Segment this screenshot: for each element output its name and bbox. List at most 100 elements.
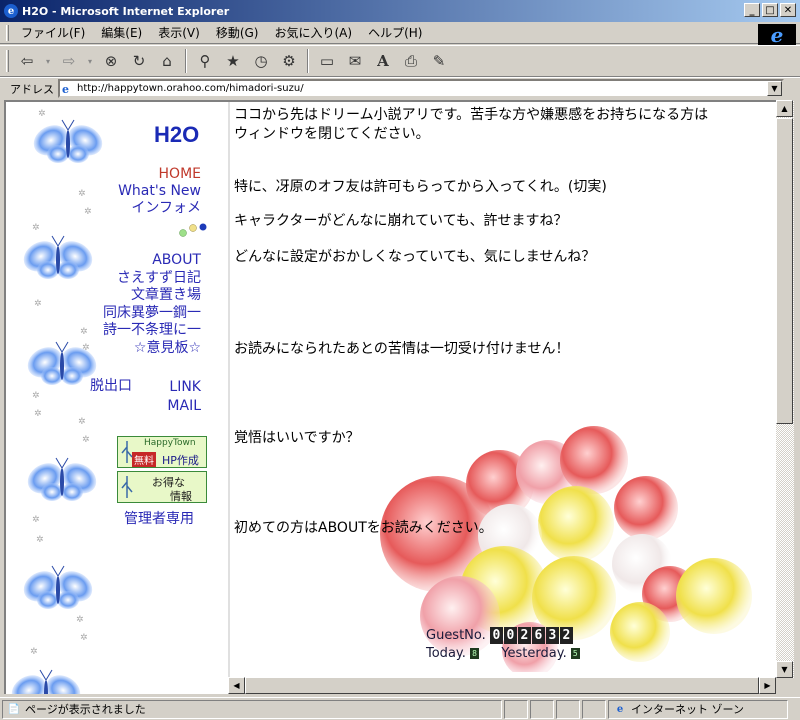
- site-logo: H2O: [154, 122, 200, 147]
- vertical-scrollbar[interactable]: ▲ ▼: [776, 100, 794, 678]
- nav-group-2: ABOUT さえすず日記 文章置き場 同床異夢一鋼一 詩一不条理に一 ☆意見板☆: [103, 252, 201, 357]
- tree-icon: [121, 441, 133, 463]
- channels-icon[interactable]: ⚙: [277, 49, 301, 73]
- menu-help[interactable]: ヘルプ(H): [360, 22, 430, 43]
- nav-group-1: HOME What's New インフォメ: [118, 166, 201, 217]
- counter-digit: 3: [545, 627, 559, 644]
- nav-exit-link[interactable]: 脱出口: [90, 378, 132, 395]
- main-line-3: 特に、冴原のオフ友は許可もらってから入ってくれ。(切実): [234, 179, 607, 195]
- nav-exit: 脱出口: [90, 378, 132, 395]
- nav-group-3: LINK MAIL: [167, 378, 201, 416]
- vertical-scroll-thumb[interactable]: [776, 118, 793, 424]
- edit-icon[interactable]: ✎: [427, 49, 451, 73]
- orbs-decoration: [179, 223, 207, 237]
- main-line-8: 初めての方はABOUTをお読みください。: [234, 520, 493, 536]
- security-zone: e インターネット ゾーン: [608, 699, 788, 719]
- horizontal-scroll-thumb[interactable]: [245, 677, 759, 694]
- minimize-button[interactable]: _: [744, 3, 760, 17]
- left-frame: ✲ H2O HOME What's New インフォメ: [6, 102, 228, 694]
- menu-edit[interactable]: 編集(E): [93, 22, 150, 43]
- address-input[interactable]: e http://happytown.orahoo.com/himadori-s…: [58, 79, 784, 98]
- nav-bbs[interactable]: ☆意見板☆: [103, 340, 201, 358]
- home-icon[interactable]: ⌂: [155, 49, 179, 73]
- nav-home[interactable]: HOME: [118, 166, 201, 183]
- nav-about[interactable]: ABOUT: [103, 252, 201, 270]
- horizontal-scrollbar[interactable]: ◀ ▶: [228, 677, 776, 694]
- internet-zone-icon: e: [616, 703, 624, 715]
- tree-icon: [121, 476, 133, 498]
- maximize-button[interactable]: □: [762, 3, 778, 17]
- forward-icon[interactable]: ⇨: [57, 49, 81, 73]
- main-line-6: お読みになられたあとの苦情は一切受け付けません！: [234, 341, 570, 357]
- page-done-icon: 📄: [7, 703, 21, 715]
- menu-go[interactable]: 移動(G): [208, 22, 267, 43]
- close-button[interactable]: ✕: [780, 3, 796, 17]
- nav-admin[interactable]: 管理者専用: [124, 508, 194, 528]
- window-titlebar: e H2O - Microsoft Internet Explorer _ □ …: [0, 0, 800, 22]
- address-dropdown-icon[interactable]: ▼: [767, 81, 782, 96]
- counter-digit: 0: [503, 627, 517, 644]
- counter-digit: 2: [517, 627, 531, 644]
- menu-bar: ファイル(F) 編集(E) 表示(V) 移動(G) お気に入り(A) ヘルプ(H…: [0, 22, 800, 44]
- menu-file[interactable]: ファイル(F): [13, 22, 93, 43]
- page-icon: e: [62, 82, 69, 96]
- mail-icon[interactable]: ✉: [343, 49, 367, 73]
- access-counter: GuestNo. 0 0 2 6 3 2 Today. 8 Yesterday.…: [426, 627, 580, 661]
- counter-digit: 2: [559, 627, 573, 644]
- back-dropdown-icon[interactable]: ▾: [43, 49, 53, 73]
- forward-dropdown-icon[interactable]: ▾: [85, 49, 95, 73]
- yesterday-label: Yesterday.: [501, 646, 567, 661]
- nav-mail[interactable]: MAIL: [167, 397, 201, 416]
- main-frame: ココから先はドリーム小説アリです。苦手な方や嫌悪感をお持ちになる方は ウィンドウ…: [234, 102, 776, 694]
- main-line-4: キャラクターがどんなに崩れていても、許せますね？: [234, 213, 568, 229]
- search-icon[interactable]: ⚲: [193, 49, 217, 73]
- scroll-up-icon[interactable]: ▲: [776, 100, 793, 117]
- yesterday-value: 5: [570, 648, 580, 659]
- counter-digit: 6: [531, 627, 545, 644]
- counter-digit: 0: [489, 627, 503, 644]
- print-icon[interactable]: ⎙: [399, 49, 423, 73]
- info-banner[interactable]: お得な 情報: [117, 471, 207, 503]
- main-line-7: 覚悟はいいですか？: [234, 430, 360, 446]
- today-value: 8: [470, 648, 480, 659]
- status-bar: 📄 ページが表示されました e インターネット ゾーン: [0, 697, 800, 720]
- guest-label: GuestNo.: [426, 628, 486, 643]
- nav-info[interactable]: インフォメ: [118, 200, 201, 217]
- ie-throbber-icon: e: [758, 23, 796, 47]
- history-icon[interactable]: ◷: [249, 49, 273, 73]
- menu-favorites[interactable]: お気に入り(A): [266, 22, 360, 43]
- guest-counter: 0 0 2 6 3 2: [489, 627, 573, 644]
- menu-view[interactable]: 表示(V): [150, 22, 208, 43]
- main-line-1: ココから先はドリーム小説アリです。苦手な方や嫌悪感をお持ちになる方は: [234, 107, 709, 123]
- window-title: H2O - Microsoft Internet Explorer: [22, 4, 230, 18]
- favorites-icon[interactable]: ★: [221, 49, 245, 73]
- scroll-right-icon[interactable]: ▶: [759, 677, 776, 694]
- banner2-line2: 情報: [170, 490, 192, 503]
- scroll-down-icon[interactable]: ▼: [776, 661, 793, 678]
- address-bar: アドレス e http://happytown.orahoo.com/himad…: [0, 77, 800, 99]
- fullscreen-icon[interactable]: ▭: [315, 49, 339, 73]
- address-label: アドレス: [10, 82, 54, 96]
- banner1-line2: HP作成: [162, 454, 199, 467]
- status-message: 📄 ページが表示されました: [2, 699, 502, 719]
- today-label: Today.: [426, 646, 466, 661]
- happytown-banner[interactable]: HappyTown 無料 HP作成: [117, 436, 207, 468]
- main-line-5: どんなに設定がおかしくなっていても、気にしませんね？: [234, 249, 596, 265]
- nav-link[interactable]: LINK: [167, 378, 201, 397]
- stop-icon[interactable]: ⊗: [99, 49, 123, 73]
- nav-whats-new[interactable]: What's New: [118, 183, 201, 200]
- nav-doushou[interactable]: 同床異夢一鋼一: [103, 305, 201, 323]
- page-content: ✲ H2O HOME What's New インフォメ: [4, 100, 776, 694]
- refresh-icon[interactable]: ↻: [127, 49, 151, 73]
- back-icon[interactable]: ⇦: [15, 49, 39, 73]
- nav-texts[interactable]: 文章置き場: [103, 287, 201, 305]
- ie-logo-icon: e: [4, 4, 18, 18]
- font-icon[interactable]: A: [371, 49, 395, 73]
- scroll-left-icon[interactable]: ◀: [228, 677, 245, 694]
- nav-poems[interactable]: 詩一不条理に一: [103, 322, 201, 340]
- banner1-line1: HappyTown: [144, 438, 196, 448]
- toolbar: ⇦ ▾ ⇨ ▾ ⊗ ↻ ⌂ ⚲ ★ ◷ ⚙ ▭ ✉ A ⎙ ✎: [0, 45, 800, 77]
- main-line-2: ウィンドウを閉じてください。: [234, 126, 430, 142]
- nav-diary[interactable]: さえすず日記: [103, 270, 201, 288]
- address-url: http://happytown.orahoo.com/himadori-suz…: [77, 83, 304, 94]
